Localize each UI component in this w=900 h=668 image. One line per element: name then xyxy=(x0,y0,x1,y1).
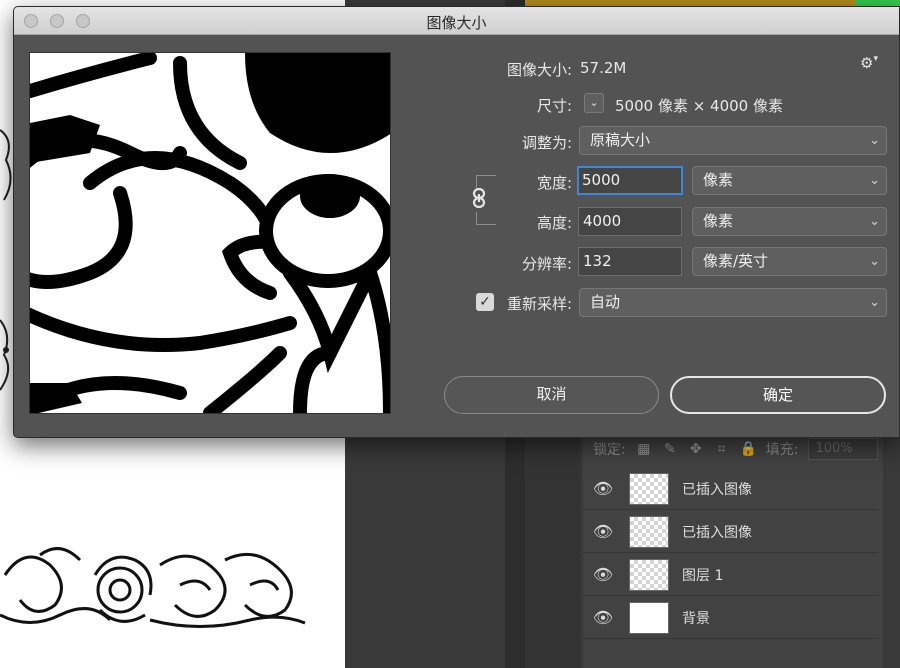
resolution-unit-select[interactable]: 像素/英寸 ⌄ xyxy=(692,247,887,276)
fit-to-value: 原稿大小 xyxy=(590,131,651,149)
image-size-dialog: 图像大小 图像大小: 57.2M ⚙▾ 尺寸: ⌄ 5000 像素 × 4000… xyxy=(13,6,900,438)
lock-label: 锁定: xyxy=(593,442,626,458)
layers-panel: 锁定: ▦ ✎ ✥ ⌗ 🔒 填充: 100% 👁 已插入图像 👁 已插入图像 👁… xyxy=(583,432,883,668)
width-input[interactable]: 5000 xyxy=(577,166,683,195)
layer-row[interactable]: 👁 图层 1 xyxy=(583,554,879,596)
eye-icon[interactable]: 👁 xyxy=(583,565,623,584)
dialog-titlebar[interactable]: 图像大小 xyxy=(14,7,899,35)
width-unit-select[interactable]: 像素 ⌄ xyxy=(692,166,887,195)
cancel-button[interactable]: 取消 xyxy=(444,376,659,414)
eye-icon[interactable]: 👁 xyxy=(583,522,623,541)
image-size-value: 57.2M xyxy=(580,59,627,77)
layer-row[interactable]: 👁 已插入图像 xyxy=(583,511,879,553)
image-preview[interactable] xyxy=(29,52,391,414)
layer-name: 已插入图像 xyxy=(682,524,752,541)
resolution-input[interactable]: 132 xyxy=(578,247,682,276)
layer-thumbnail xyxy=(629,558,669,591)
resample-select[interactable]: 自动 ⌄ xyxy=(579,288,887,317)
height-label: 高度: xyxy=(536,214,572,232)
width-unit-value: 像素 xyxy=(703,171,734,189)
height-unit-select[interactable]: 像素 ⌄ xyxy=(692,207,887,236)
layer-thumbnail xyxy=(629,601,669,634)
resample-value: 自动 xyxy=(590,293,621,311)
ok-button[interactable]: 确定 xyxy=(670,376,886,414)
eye-icon[interactable]: 👁 xyxy=(583,479,623,498)
resolution-unit-value: 像素/英寸 xyxy=(703,252,769,270)
chevron-down-icon: ⌄ xyxy=(869,173,880,188)
layer-name: 图层 1 xyxy=(682,567,724,584)
dimensions-value: 5000 像素 × 4000 像素 xyxy=(615,97,783,115)
fill-input[interactable]: 100% xyxy=(808,438,879,460)
fit-to-select[interactable]: 原稿大小 ⌄ xyxy=(579,126,887,155)
layer-name: 背景 xyxy=(682,610,710,627)
chevron-down-icon: ⌄ xyxy=(869,133,880,148)
layer-row[interactable]: 👁 已插入图像 xyxy=(583,468,879,510)
ornament-artwork xyxy=(0,547,306,628)
gear-icon[interactable]: ⚙▾ xyxy=(860,54,882,72)
lock-all-icon[interactable]: 🔒 xyxy=(740,441,757,457)
fill-label: 填充: xyxy=(765,442,799,458)
dimensions-label: 尺寸: xyxy=(536,97,572,115)
lock-position-icon[interactable]: ✥ xyxy=(688,441,704,457)
lock-artboard-icon[interactable]: ⌗ xyxy=(714,441,730,457)
lock-image-pixels-icon[interactable]: ✎ xyxy=(662,441,678,457)
height-input[interactable]: 4000 xyxy=(578,207,682,236)
chevron-down-icon: ⌄ xyxy=(869,214,880,229)
fit-to-label: 调整为: xyxy=(521,134,572,152)
dimensions-units-toggle[interactable]: ⌄ xyxy=(584,93,604,113)
eye-icon[interactable]: 👁 xyxy=(583,608,623,627)
lock-transparent-pixels-icon[interactable]: ▦ xyxy=(636,441,652,457)
chevron-down-icon: ⌄ xyxy=(869,254,880,269)
layer-thumbnail xyxy=(629,472,669,505)
layer-row[interactable]: 👁 背景 xyxy=(583,597,879,639)
preview-artwork xyxy=(30,53,390,413)
layer-thumbnail xyxy=(629,515,669,548)
image-size-label: 图像大小: xyxy=(506,61,572,79)
dialog-title: 图像大小 xyxy=(426,14,487,32)
chevron-down-icon: ⌄ xyxy=(869,295,880,310)
height-unit-value: 像素 xyxy=(703,212,734,230)
width-label: 宽度: xyxy=(536,174,572,192)
resolution-label: 分辨率: xyxy=(521,255,572,273)
resample-checkbox[interactable]: ✓ xyxy=(476,293,494,311)
layer-name: 已插入图像 xyxy=(682,481,752,498)
resample-label: 重新采样: xyxy=(506,295,572,313)
